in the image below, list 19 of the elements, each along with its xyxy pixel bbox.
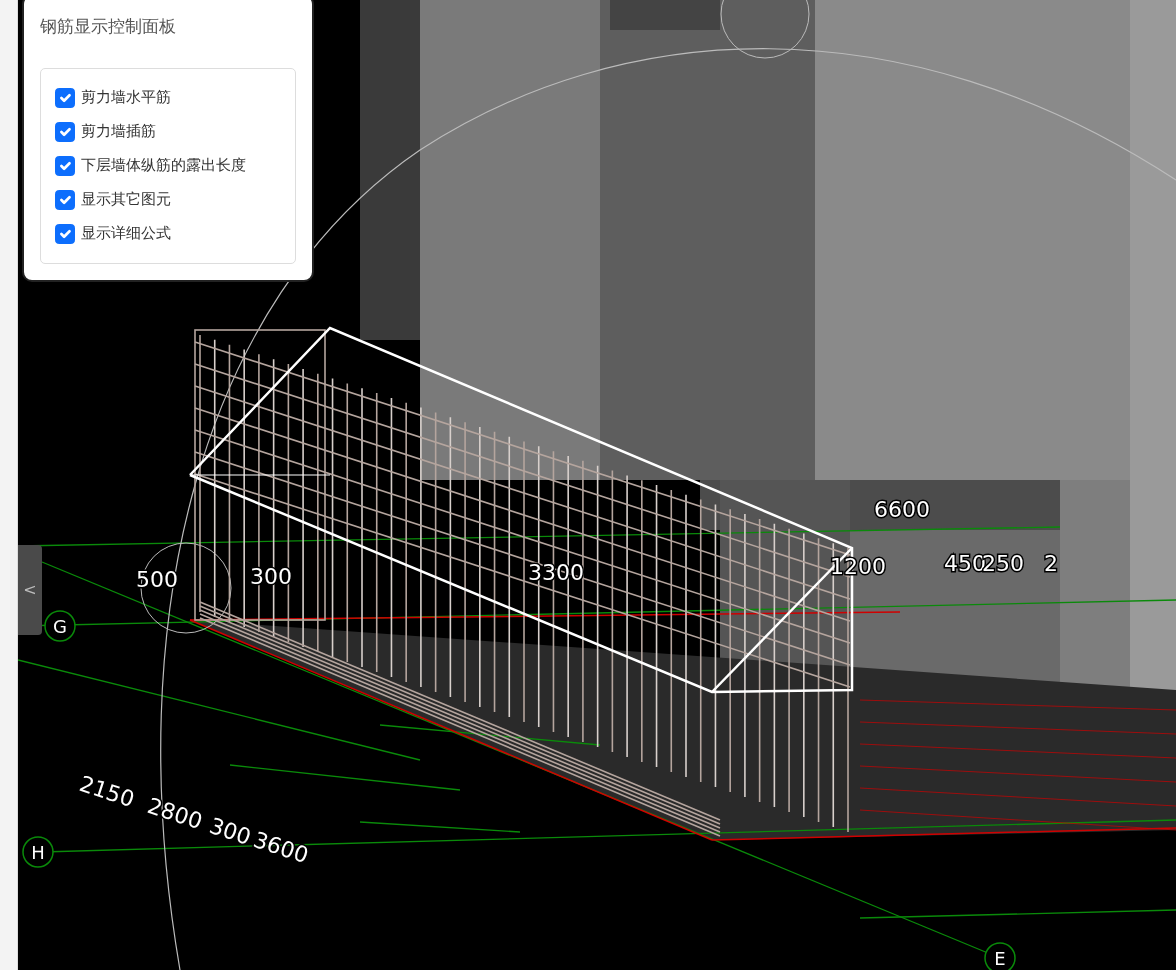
- panel-title: 钢筋显示控制面板: [40, 15, 177, 38]
- checkbox[interactable]: [55, 155, 75, 176]
- collapse-button[interactable]: <: [18, 545, 42, 635]
- axis-bubble: G: [44, 610, 76, 642]
- option-label: 下层墙体纵筋的露出长度: [81, 155, 246, 177]
- option-label: 显示其它图元: [81, 189, 171, 211]
- option-label: 剪力墙水平筋: [81, 87, 171, 109]
- option-label: 剪力墙插筋: [81, 121, 156, 143]
- checkbox[interactable]: [55, 189, 75, 210]
- dimension-label: 6600: [874, 497, 930, 522]
- axis-bubble: H: [22, 836, 54, 868]
- checkbox[interactable]: [55, 223, 75, 244]
- axis-bubble: E: [984, 942, 1016, 970]
- dimension-label: 2800: [144, 793, 206, 835]
- checkbox[interactable]: [55, 87, 75, 108]
- dimension-label: 2: [1044, 551, 1058, 576]
- option-label: 显示详细公式: [81, 223, 171, 245]
- checkbox[interactable]: [55, 121, 75, 142]
- dimension-label: 2150: [76, 771, 138, 813]
